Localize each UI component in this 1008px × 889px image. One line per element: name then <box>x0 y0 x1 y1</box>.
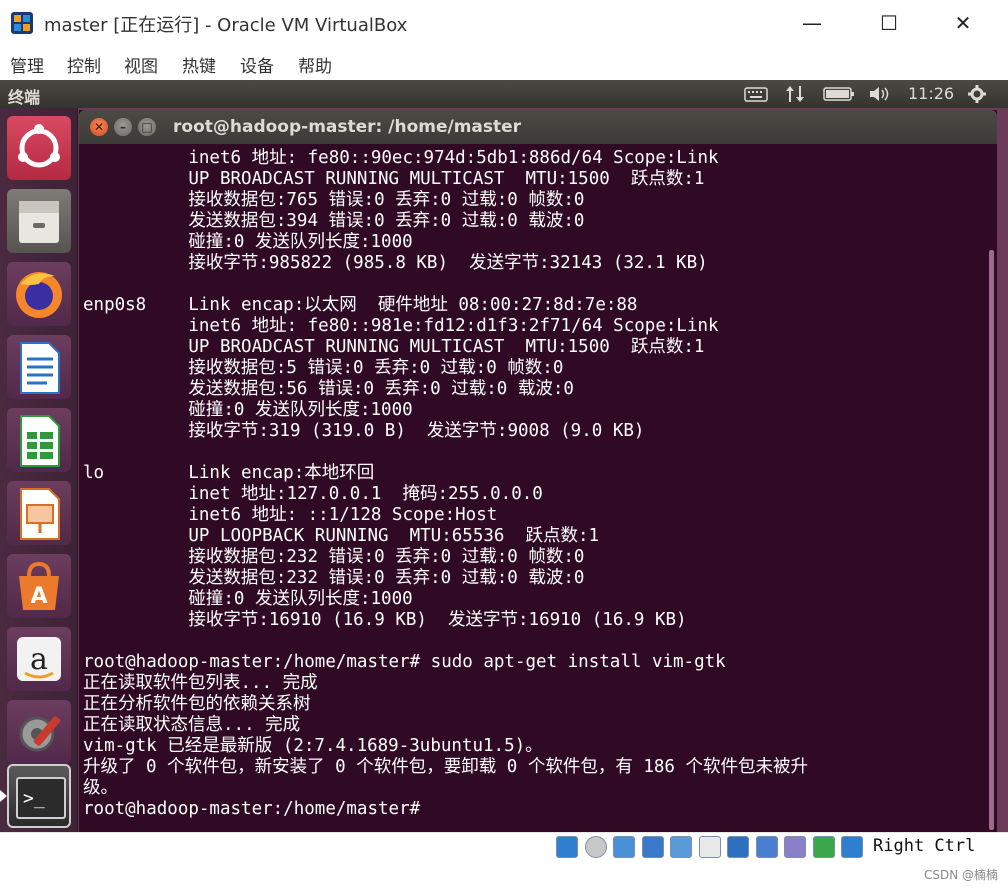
battery-icon[interactable] <box>823 84 855 104</box>
libreoffice-writer-icon[interactable] <box>7 335 71 399</box>
maximize-button[interactable]: ☐ <box>874 8 904 38</box>
menu-help[interactable]: 帮助 <box>298 52 332 77</box>
terminal-line: 正在读取软件包列表... 完成 <box>83 673 318 693</box>
usb-icon[interactable] <box>670 836 692 858</box>
terminal-line: 正在读取状态信息... 完成 <box>83 715 301 735</box>
svg-text:>_: >_ <box>23 788 45 809</box>
terminal-close-button[interactable]: ✕ <box>90 118 108 136</box>
keyboard-icon[interactable] <box>744 84 768 104</box>
watermark: CSDN @楠楠 <box>924 868 999 882</box>
amazon-icon[interactable]: a <box>7 627 71 691</box>
terminal-line: 升级了 0 个软件包，新安装了 0 个软件包，要卸载 0 个软件包，有 186 … <box>83 757 808 777</box>
terminal-line: UP BROADCAST RUNNING MULTICAST MTU:1500 … <box>83 169 705 189</box>
terminal-title: root@hadoop-master: /home/master <box>173 117 522 137</box>
terminal-line: root@hadoop-master:/home/master# <box>83 799 431 819</box>
terminal-line: 接收字节:985822 (985.8 KB) 发送字节:32143 (32.1 … <box>83 253 708 273</box>
menu-manage[interactable]: 管理 <box>10 52 44 77</box>
cpu-icon[interactable] <box>784 836 806 858</box>
terminal-line: 接收字节:16910 (16.9 KB) 发送字节:16910 (16.9 KB… <box>83 610 687 630</box>
terminal-output[interactable]: inet6 地址: fe80::90ec:974d:5db1:886d/64 S… <box>83 148 985 832</box>
video-capture-icon[interactable] <box>755 836 778 858</box>
terminal-line: inet 地址:127.0.0.1 掩码:255.0.0.0 <box>83 484 543 504</box>
menu-hotkey[interactable]: 热键 <box>182 52 216 77</box>
ubuntu-dash-icon[interactable] <box>7 116 71 180</box>
terminal-line: inet6 地址: fe80::90ec:974d:5db1:886d/64 S… <box>83 148 719 168</box>
terminal-minimize-button[interactable]: – <box>114 118 132 136</box>
terminal-maximize-button[interactable]: □ <box>138 118 156 136</box>
audio-icon[interactable] <box>613 836 635 858</box>
terminal-line: 发送数据包:56 错误:0 丢弃:0 过载:0 载波:0 <box>83 379 574 399</box>
host-window-title: master [正在运行] - Oracle VM VirtualBox <box>44 15 408 36</box>
terminal-line: UP LOOPBACK RUNNING MTU:65536 跃点数:1 <box>83 526 600 546</box>
terminal-line: vim-gtk 已经是最新版 (2:7.4.1689-3ubuntu1.5)。 <box>83 736 543 756</box>
volume-icon[interactable] <box>868 84 892 104</box>
terminal-line: 发送数据包:232 错误:0 丢弃:0 过载:0 载波:0 <box>83 568 585 588</box>
active-launcher-indicator <box>0 790 7 802</box>
close-button[interactable]: ✕ <box>948 8 978 38</box>
mouse-integration-icon[interactable] <box>812 836 835 858</box>
terminal-line: inet6 地址: ::1/128 Scope:Host <box>83 505 498 525</box>
terminal-line: root@hadoop-master:/home/master# sudo ap… <box>83 652 726 672</box>
firefox-icon[interactable] <box>7 262 71 326</box>
network-icon[interactable] <box>784 84 806 104</box>
minimize-button[interactable]: — <box>797 8 827 38</box>
ubuntu-top-panel: 终端 11:26 <box>0 80 1008 108</box>
terminal-titlebar[interactable]: ✕ – □ root@hadoop-master: /home/master <box>79 110 997 144</box>
terminal-line: lo Link encap:本地环回 <box>83 463 375 483</box>
libreoffice-impress-icon[interactable] <box>7 481 71 545</box>
svg-text:A: A <box>30 584 47 609</box>
terminal-line: enp0s8 Link encap:以太网 硬件地址 08:00:27:8d:7… <box>83 295 638 315</box>
host-menubar: 管理 控制 视图 热键 设备 帮助 <box>0 46 1008 80</box>
active-app-name: 终端 <box>8 88 41 107</box>
terminal-line: 发送数据包:394 错误:0 丢弃:0 过载:0 载波:0 <box>83 211 585 231</box>
terminal-line: 碰撞:0 发送队列长度:1000 <box>83 589 413 609</box>
virtualbox-app-icon <box>10 11 34 35</box>
clock[interactable]: 11:26 <box>908 84 954 103</box>
terminal-line: 碰撞:0 发送队列长度:1000 <box>83 400 413 420</box>
terminal-line: 碰撞:0 发送队列长度:1000 <box>83 232 413 252</box>
shared-folder-icon[interactable] <box>698 836 721 858</box>
files-icon[interactable] <box>7 189 71 253</box>
terminal-line: 级。 <box>83 778 118 798</box>
display-icon[interactable] <box>727 836 749 858</box>
settings-gear-icon[interactable] <box>966 84 988 104</box>
menu-devices[interactable]: 设备 <box>240 52 274 77</box>
vbox-status-bar: Right Ctrl <box>0 832 1008 860</box>
software-center-icon[interactable]: A <box>7 554 71 618</box>
terminal-icon[interactable]: >_ <box>7 764 71 828</box>
terminal-line: 正在分析软件包的依赖关系树 <box>83 694 311 714</box>
system-settings-icon[interactable] <box>7 700 71 764</box>
terminal-line: 接收数据包:5 错误:0 丢弃:0 过载:0 帧数:0 <box>83 358 564 378</box>
ubuntu-launcher: A a >_ <box>0 108 78 832</box>
terminal-line: inet6 地址: fe80::981e:fd12:d1f3:2f71/64 S… <box>83 316 719 336</box>
host-key-label[interactable]: Right Ctrl <box>873 836 975 856</box>
terminal-window[interactable]: ✕ – □ root@hadoop-master: /home/master i… <box>79 110 997 832</box>
terminal-scrollbar[interactable] <box>989 250 994 830</box>
hard-disk-icon[interactable] <box>556 836 578 858</box>
host-titlebar: master [正在运行] - Oracle VM VirtualBox — ☐… <box>0 0 1008 46</box>
libreoffice-calc-icon[interactable] <box>7 408 71 472</box>
terminal-line: UP BROADCAST RUNNING MULTICAST MTU:1500 … <box>83 337 705 357</box>
keyboard-capture-icon[interactable] <box>841 836 863 858</box>
svg-text:a: a <box>30 642 48 677</box>
menu-control[interactable]: 控制 <box>67 52 101 77</box>
optical-disk-icon[interactable] <box>584 836 607 858</box>
menu-view[interactable]: 视图 <box>124 52 158 77</box>
terminal-line: 接收数据包:765 错误:0 丢弃:0 过载:0 帧数:0 <box>83 190 585 210</box>
network-adapter-icon[interactable] <box>641 836 664 858</box>
terminal-line: 接收字节:319 (319.0 B) 发送字节:9008 (9.0 KB) <box>83 421 645 441</box>
terminal-line: 接收数据包:232 错误:0 丢弃:0 过载:0 帧数:0 <box>83 547 585 567</box>
